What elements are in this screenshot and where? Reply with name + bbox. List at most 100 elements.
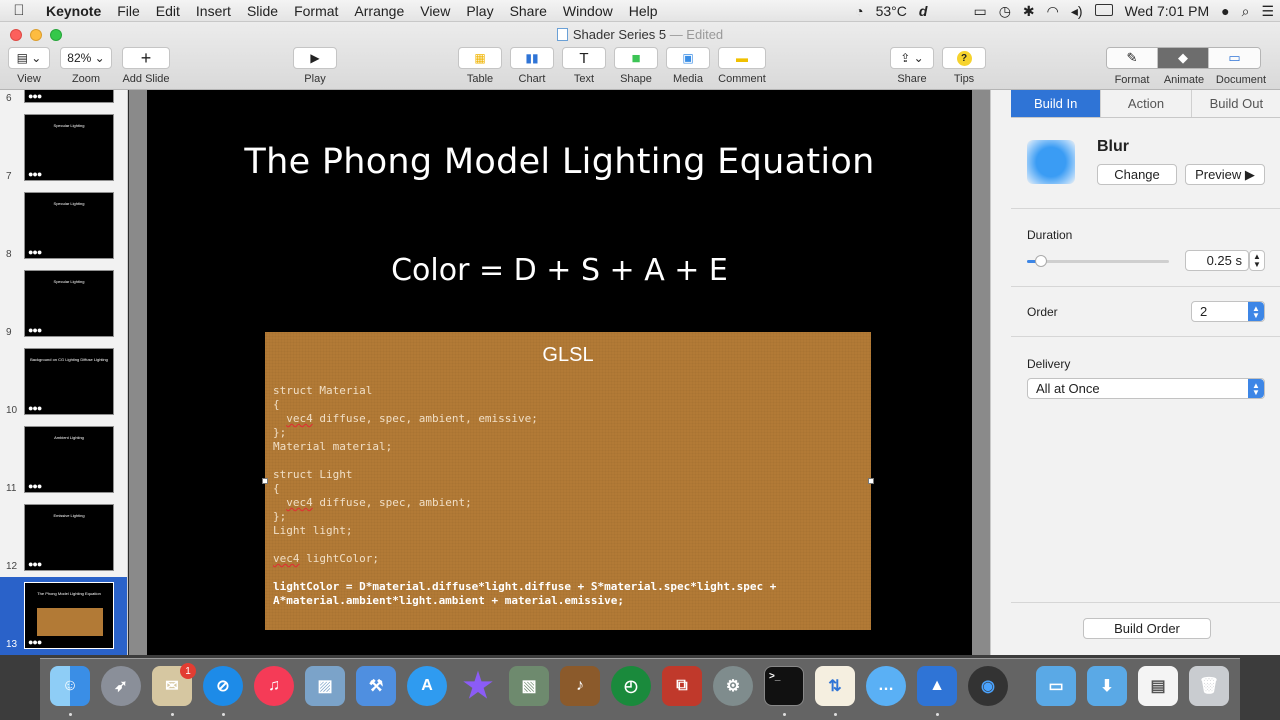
menu-file[interactable]: File bbox=[109, 3, 148, 19]
user-icon[interactable]: ● bbox=[1215, 3, 1235, 19]
tab-build-in[interactable]: Build In bbox=[1011, 90, 1102, 117]
slide-equation[interactable]: Color = D + S + A + E bbox=[147, 253, 972, 288]
slide-thumbnail[interactable]: Emissive Lighting ●●● bbox=[24, 504, 114, 571]
animate-button[interactable]: ◆ bbox=[1158, 48, 1209, 68]
spotlight-icon[interactable]: ⌕ bbox=[1236, 3, 1256, 20]
remote-desktop-icon[interactable]: ⧉ bbox=[662, 666, 702, 706]
slide-thumbnail[interactable]: Specular Lighting ●●● bbox=[24, 270, 114, 337]
duration-slider-knob[interactable] bbox=[1035, 255, 1048, 267]
table-button[interactable]: ▦ bbox=[458, 47, 502, 69]
menu-keynote[interactable]: Keynote bbox=[38, 3, 109, 19]
itunes-icon[interactable]: ♫ bbox=[254, 666, 294, 706]
quicktime-icon[interactable]: ◉ bbox=[968, 666, 1008, 706]
glsl-code-box[interactable]: GLSL struct Material { vec4 diffuse, spe… bbox=[265, 332, 871, 630]
time-machine-app-icon[interactable]: ◴ bbox=[611, 666, 651, 706]
menu-format[interactable]: Format bbox=[286, 3, 346, 19]
add-slide-button[interactable]: + bbox=[122, 47, 170, 69]
app-store-icon[interactable]: A bbox=[407, 666, 447, 706]
share-button[interactable]: ⇪ ⌄ bbox=[890, 47, 934, 69]
shape-button[interactable]: ■ bbox=[614, 47, 658, 69]
duration-slider[interactable] bbox=[1027, 255, 1169, 267]
format-button[interactable]: ✎ bbox=[1107, 48, 1158, 68]
duration-input[interactable]: 0.25 s bbox=[1185, 250, 1249, 271]
menu-insert[interactable]: Insert bbox=[188, 3, 239, 19]
change-effect-button[interactable]: Change bbox=[1097, 164, 1177, 185]
tab-build-out[interactable]: Build Out bbox=[1192, 90, 1280, 117]
keynote-icon[interactable]: ▲ bbox=[917, 666, 957, 706]
battery-icon[interactable] bbox=[1089, 3, 1119, 19]
slide-thumbnail[interactable]: ●●● bbox=[24, 90, 114, 103]
notification-center-icon[interactable]: ☰ bbox=[1255, 3, 1280, 20]
play-button[interactable]: ▶ bbox=[293, 47, 337, 69]
imovie-icon[interactable]: ★ bbox=[458, 666, 498, 706]
menu-arrange[interactable]: Arrange bbox=[346, 3, 412, 19]
wifi-icon[interactable]: ◠ bbox=[1041, 3, 1065, 20]
delivery-label: Delivery bbox=[1027, 357, 1071, 371]
slide-thumbnail-selected[interactable]: The Phong Model Lighting Equation ●●● bbox=[24, 582, 114, 649]
slide-thumbnail[interactable]: Background on CG Lighting Diffuse Lighti… bbox=[24, 348, 114, 415]
media-button[interactable]: ▣ bbox=[666, 47, 710, 69]
delivery-select[interactable]: All at Once ▲ ▼ bbox=[1027, 378, 1265, 399]
menu-window[interactable]: Window bbox=[555, 3, 621, 19]
share-control: ⇪ ⌄ Share bbox=[890, 47, 934, 85]
comment-button[interactable]: ▬ bbox=[718, 47, 766, 69]
downloads-folder-icon[interactable]: ⬇ bbox=[1087, 666, 1127, 706]
slide-navigator[interactable]: ●●● 6 Specular Lighting ●●● 7 Specular Li… bbox=[0, 90, 128, 655]
menubar-clock[interactable]: Wed 7:01 PM bbox=[1119, 3, 1216, 19]
document-stack-icon[interactable]: ▤ bbox=[1138, 666, 1178, 706]
preview-button[interactable]: Preview ▶ bbox=[1185, 164, 1265, 185]
photos-icon[interactable]: ▧ bbox=[509, 666, 549, 706]
document-button[interactable]: ▭ bbox=[1209, 48, 1260, 68]
dictionary-icon[interactable]: d bbox=[913, 3, 934, 19]
transmit-icon[interactable]: ⇅ bbox=[815, 666, 855, 706]
clock-history-icon[interactable]: ◷ bbox=[993, 3, 1017, 20]
garageband-icon[interactable]: ♪ bbox=[560, 666, 600, 706]
menu-slide[interactable]: Slide bbox=[239, 3, 286, 19]
slide-title[interactable]: The Phong Model Lighting Equation bbox=[147, 142, 972, 182]
menu-share[interactable]: Share bbox=[502, 3, 555, 19]
duration-stepper[interactable]: ▲ ▼ bbox=[1249, 250, 1265, 271]
preview-app-icon[interactable]: ▨ bbox=[305, 666, 345, 706]
folder-icon[interactable]: ▭ bbox=[1036, 666, 1076, 706]
terminal-icon[interactable]: >_ bbox=[764, 666, 804, 706]
order-select[interactable]: 2 ▲ ▼ bbox=[1191, 301, 1265, 322]
airplay-icon[interactable]: ▭ bbox=[933, 3, 992, 20]
document-label: Document bbox=[1215, 74, 1267, 86]
menu-edit[interactable]: Edit bbox=[148, 3, 188, 19]
trash-icon[interactable]: 🗑 bbox=[1189, 666, 1229, 706]
time-machine-icon[interactable]: ◔ bbox=[849, 3, 869, 19]
apple-menu-icon[interactable]:  bbox=[0, 2, 38, 19]
menu-play[interactable]: Play bbox=[458, 3, 501, 19]
messages-icon[interactable]: … bbox=[866, 666, 906, 706]
slide-canvas[interactable]: The Phong Model Lighting Equation Color … bbox=[129, 90, 990, 655]
left-resize-handle[interactable] bbox=[262, 478, 268, 484]
build-dots: ●●● bbox=[28, 559, 42, 569]
slide-thumbnail[interactable]: Ambient Lighting ●●● bbox=[24, 426, 114, 493]
toolbar: Shader Series 5 — Edited ▤ ⌄ View 82% ⌄ … bbox=[0, 22, 1280, 90]
view-label: View bbox=[17, 73, 41, 85]
build-order-button[interactable]: Build Order bbox=[1083, 618, 1211, 639]
volume-icon[interactable]: ◂) bbox=[1065, 3, 1089, 20]
right-resize-handle[interactable] bbox=[868, 478, 874, 484]
chart-button[interactable]: ▮▮ bbox=[510, 47, 554, 69]
launchpad-icon[interactable]: ➶ bbox=[101, 666, 141, 706]
slide-thumbnail[interactable]: Specular Lighting ●●● bbox=[24, 114, 114, 181]
safari-icon[interactable]: ⊘ bbox=[203, 666, 243, 706]
view-button[interactable]: ▤ ⌄ bbox=[8, 47, 50, 69]
thumbnail-title: The Phong Model Lighting Equation bbox=[37, 591, 101, 596]
finder-icon[interactable]: ☺ bbox=[50, 666, 90, 706]
menu-help[interactable]: Help bbox=[621, 3, 666, 19]
temperature-readout[interactable]: 53°C bbox=[870, 3, 913, 19]
slide[interactable]: The Phong Model Lighting Equation Color … bbox=[147, 90, 972, 655]
animate-label: Animate bbox=[1163, 74, 1205, 86]
tips-button[interactable]: ? bbox=[942, 47, 986, 69]
xcode-icon[interactable]: ⚒ bbox=[356, 666, 396, 706]
system-preferences-icon[interactable]: ⚙ bbox=[713, 666, 753, 706]
slide-thumbnail[interactable]: Specular Lighting ●●● bbox=[24, 192, 114, 259]
text-button[interactable]: T bbox=[562, 47, 606, 69]
menu-view[interactable]: View bbox=[412, 3, 458, 19]
zoom-dropdown[interactable]: 82% ⌄ bbox=[60, 47, 112, 69]
bluetooth-icon[interactable]: ✱ bbox=[1017, 3, 1041, 20]
tab-action[interactable]: Action bbox=[1101, 90, 1192, 117]
code-line: Material material; bbox=[273, 440, 393, 453]
